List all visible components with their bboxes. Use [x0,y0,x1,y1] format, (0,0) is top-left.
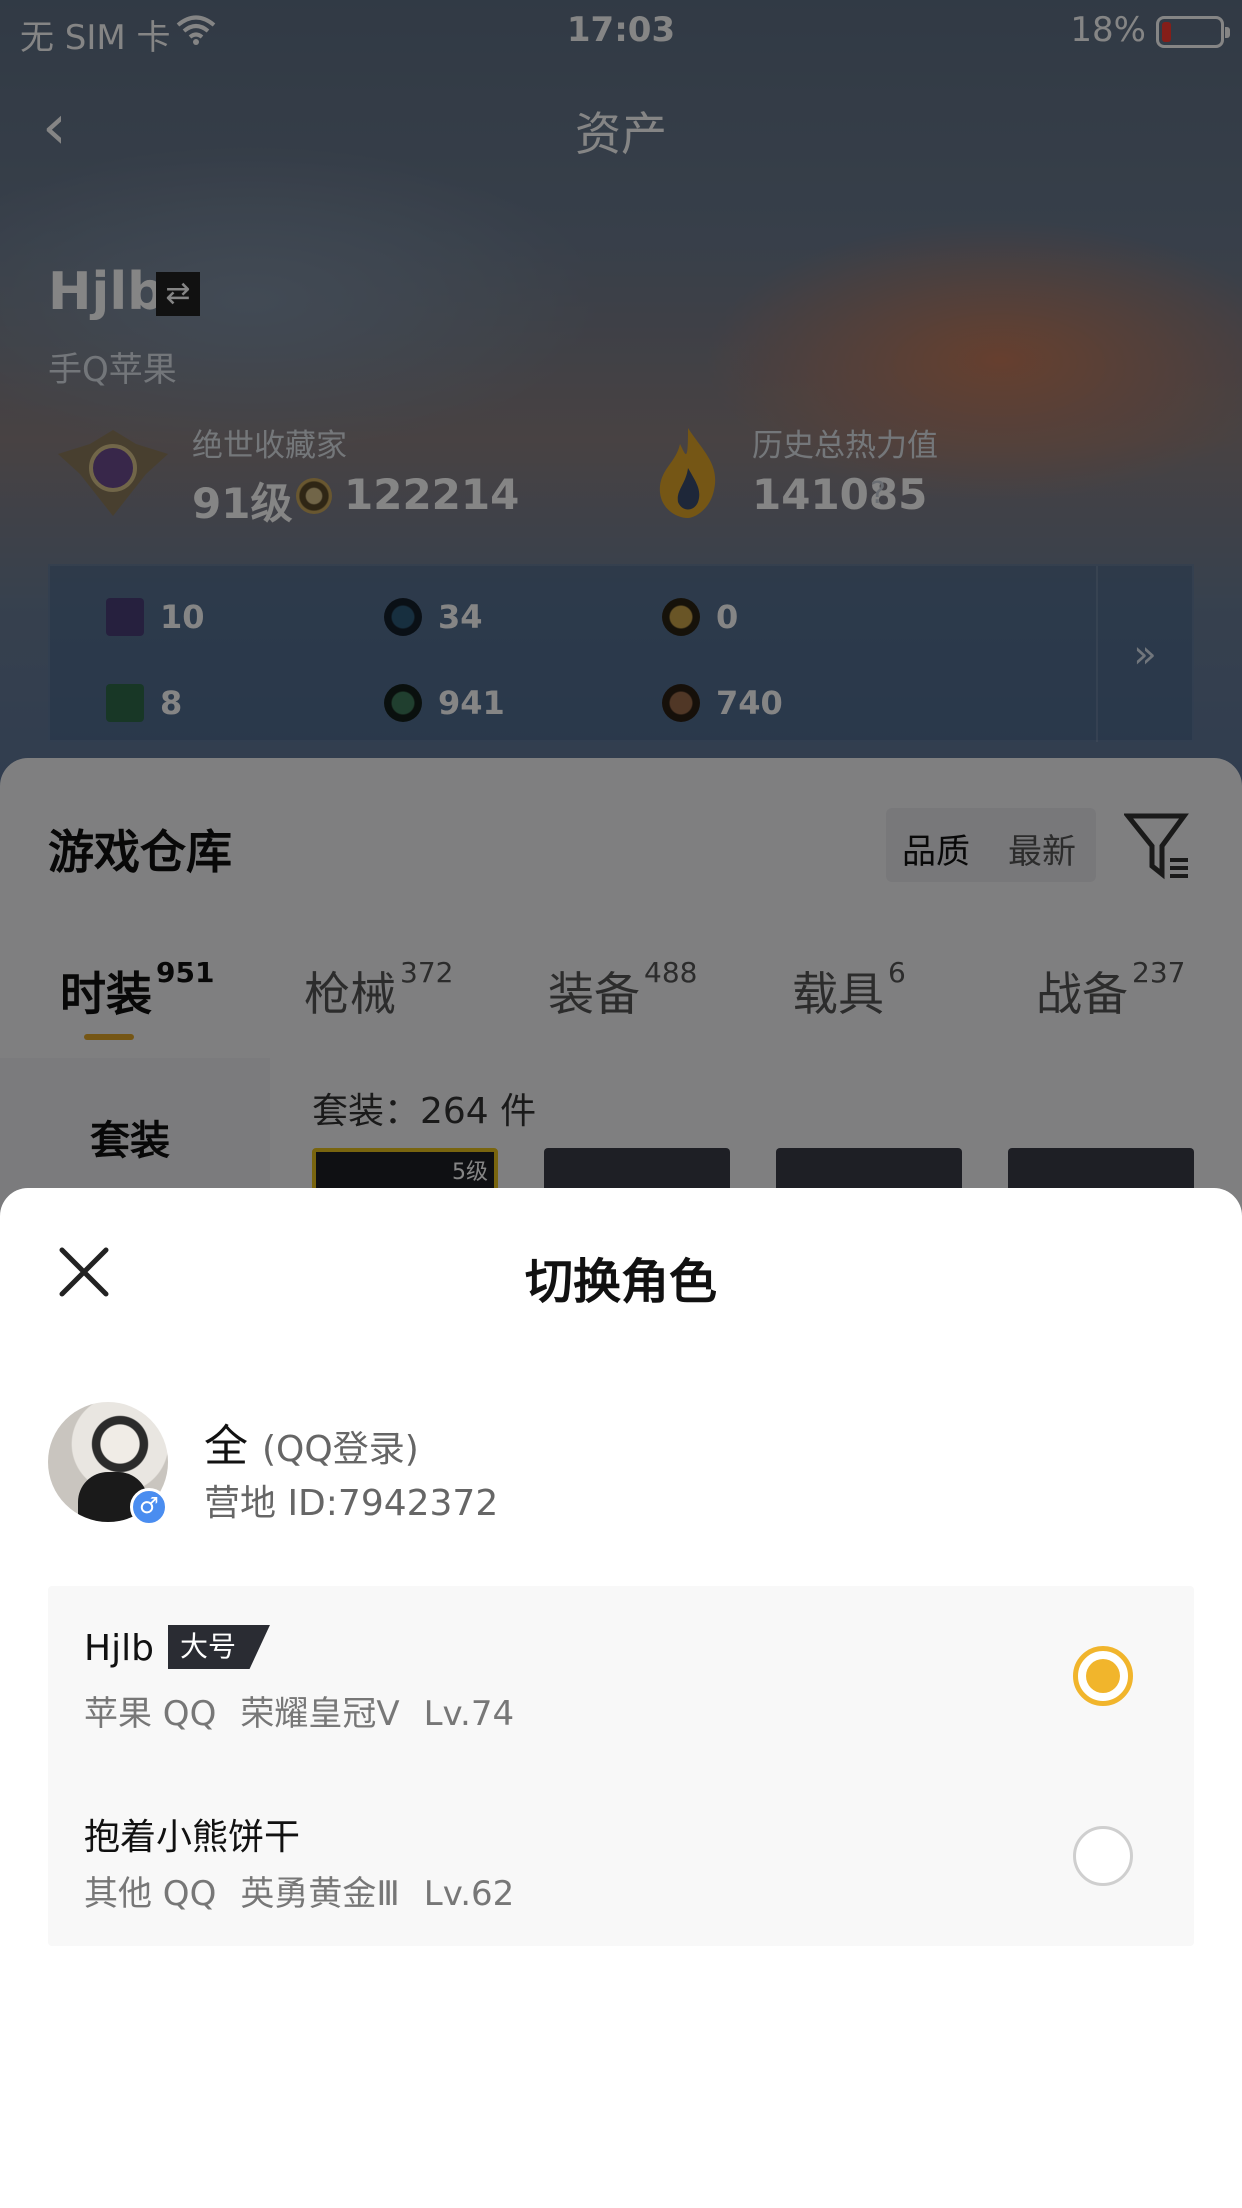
role-list: Hjlb 大号 苹果 QQ 荣耀皇冠Ⅴ Lv.74 抱着小熊饼干 其他 QQ 英勇黄金Ⅲ… [48,1586,1194,1946]
login-method: (QQ登录) [262,1429,419,1470]
role-info: 其他 QQ 英勇黄金Ⅲ Lv.62 [84,1874,515,1914]
role-info: 苹果 QQ 荣耀皇冠Ⅴ Lv.74 [84,1694,515,1734]
male-icon: ♂ [130,1488,168,1526]
role-name: Hjlb [84,1628,154,1669]
role-item[interactable]: Hjlb 大号 苹果 QQ 荣耀皇冠Ⅴ Lv.74 [48,1586,1194,1766]
camp-id: 营地 ID:7942372 [204,1483,499,1524]
role-radio[interactable] [1073,1826,1133,1886]
user-name: 全 (QQ登录) [204,1421,419,1472]
switch-role-sheet: 切换角色 ♂ 全 (QQ登录) 营地 ID:7942372 Hjlb 大号 苹果 … [0,1188,1242,2208]
sheet-title: 切换角色 [524,1254,717,1310]
role-item[interactable]: 抱着小熊饼干 其他 QQ 英勇黄金Ⅲ Lv.62 [48,1766,1194,1946]
main-account-badge: 大号 [167,1625,270,1669]
role-radio-selected[interactable] [1073,1646,1133,1706]
role-name: 抱着小熊饼干 [84,1817,301,1858]
